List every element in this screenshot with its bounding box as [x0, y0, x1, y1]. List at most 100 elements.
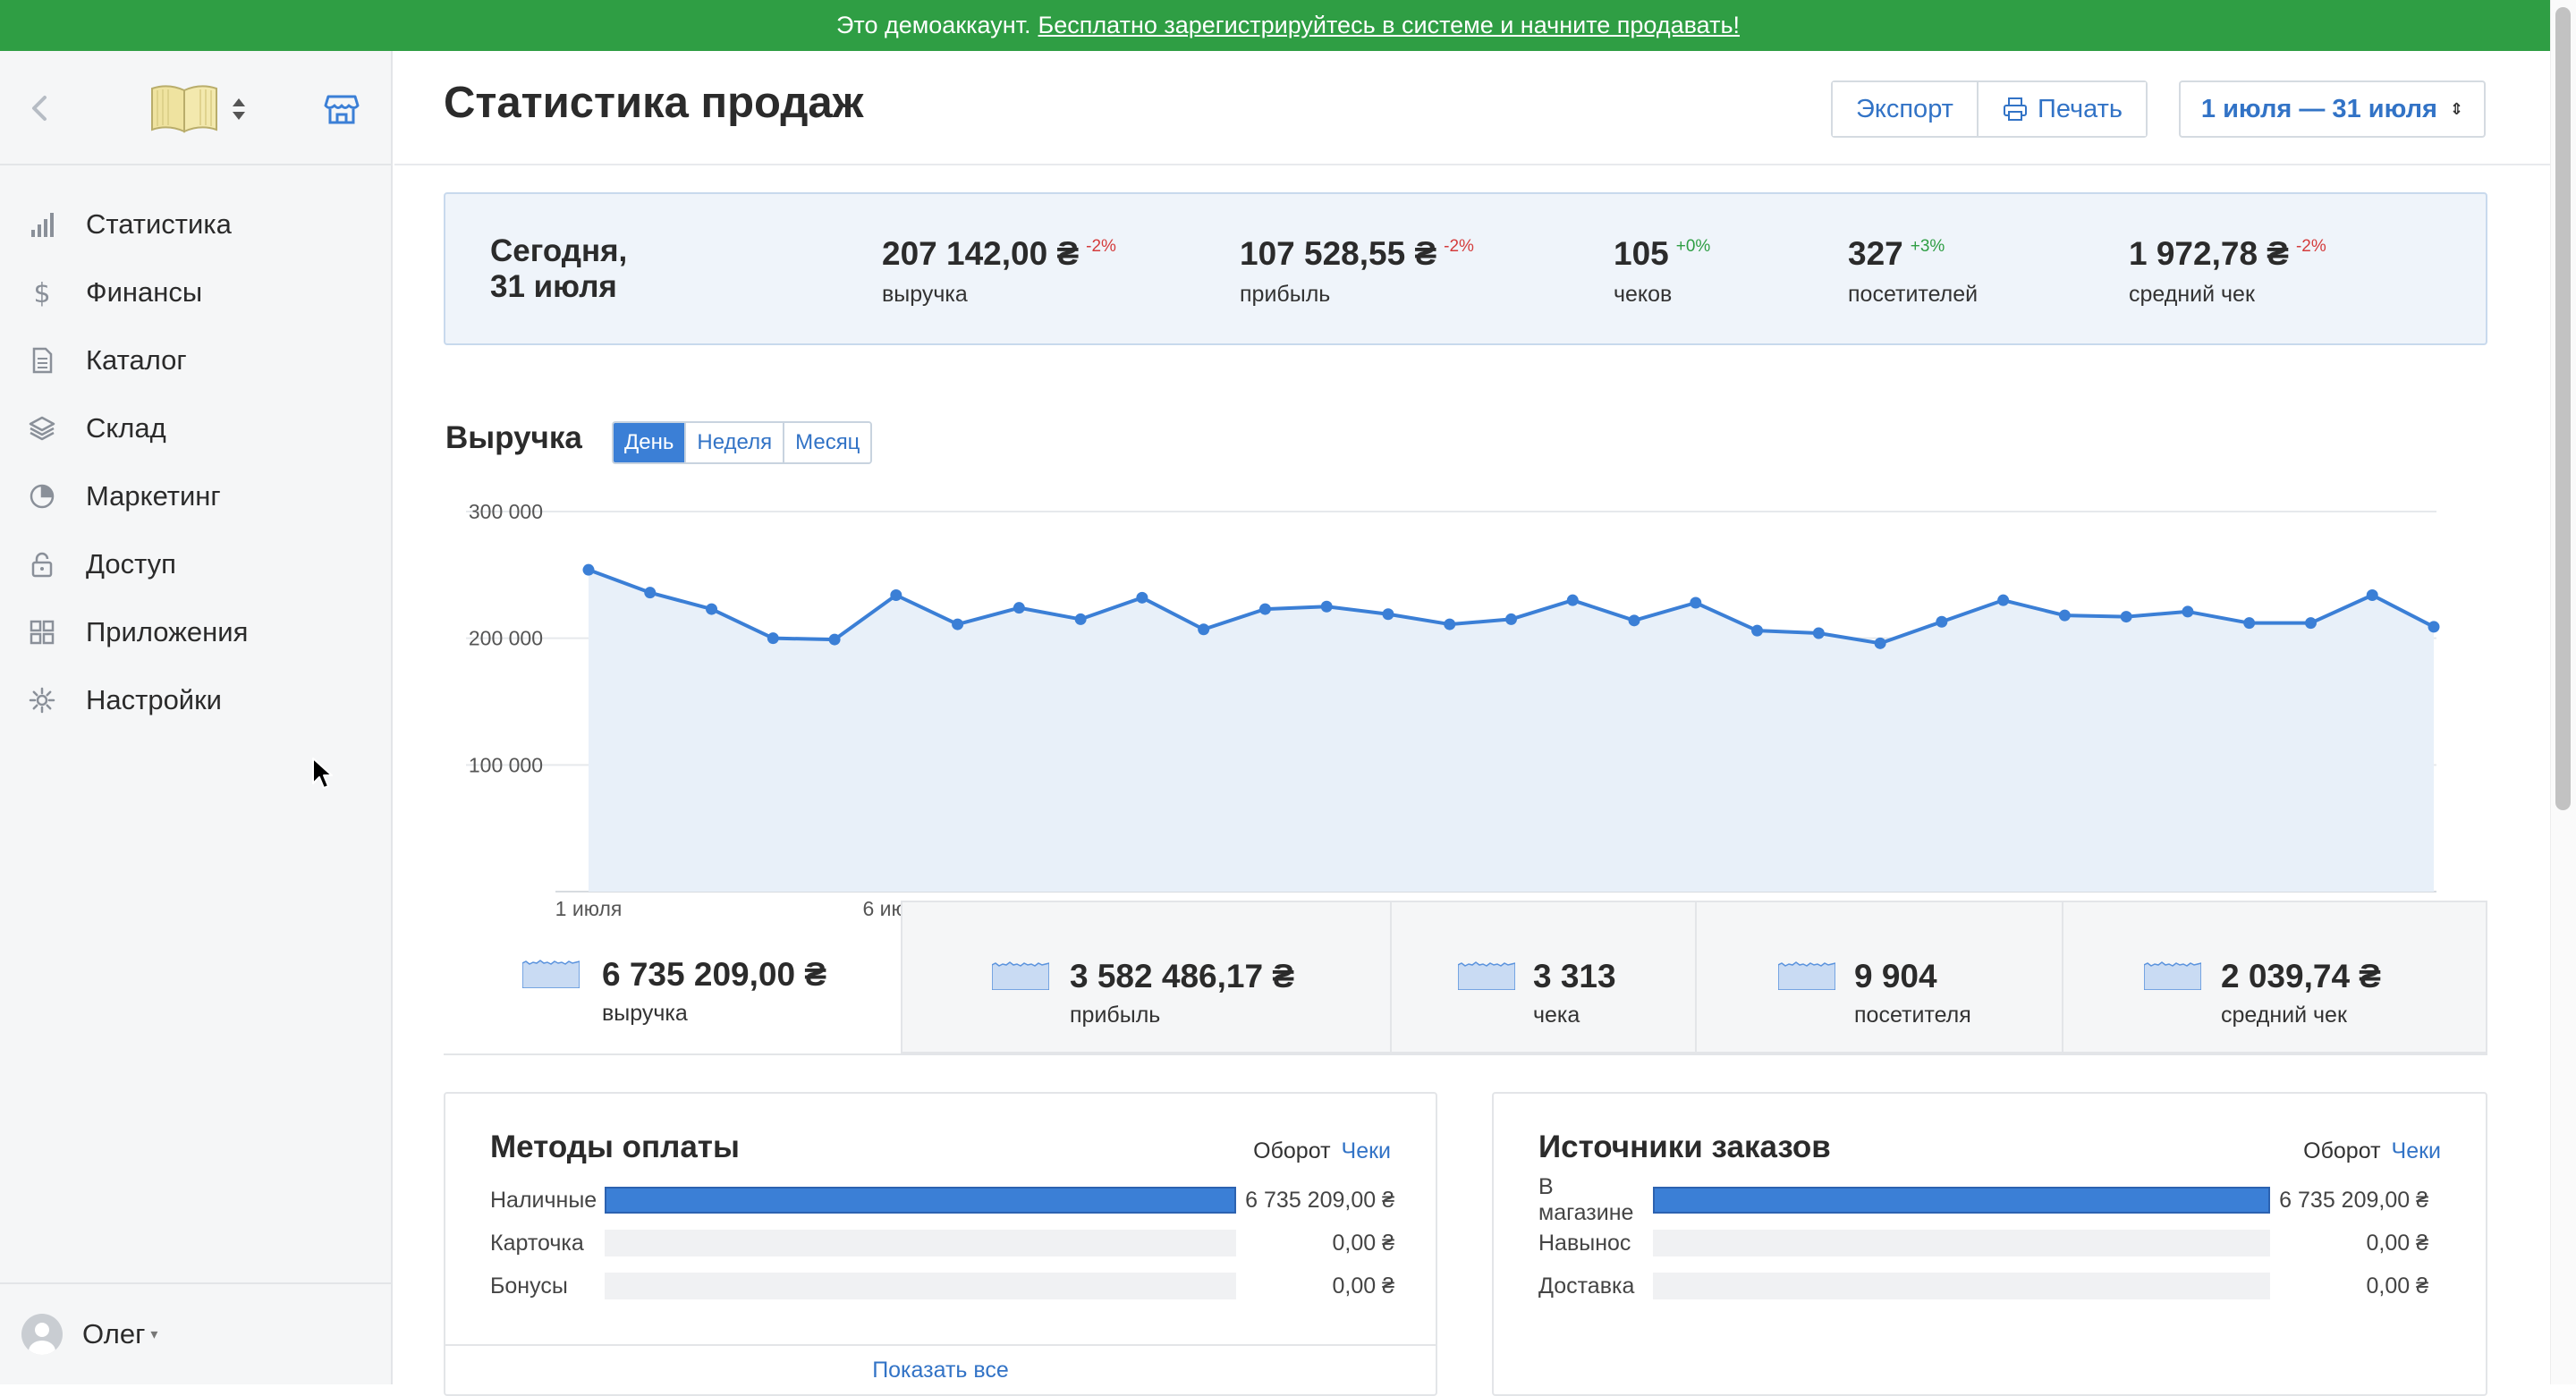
- row-label: Навынос: [1538, 1230, 1631, 1256]
- data-point[interactable]: [2120, 611, 2132, 623]
- data-point[interactable]: [1013, 602, 1025, 614]
- data-point[interactable]: [1198, 623, 1210, 636]
- data-point[interactable]: [1628, 614, 1640, 627]
- row-bar: [1653, 1187, 2270, 1214]
- sidebar-item-finance[interactable]: $ Финансы: [0, 258, 391, 326]
- data-point[interactable]: [1997, 594, 2010, 606]
- data-point[interactable]: [2243, 617, 2256, 630]
- total-checks[interactable]: 3 313 чека: [1390, 901, 1697, 1053]
- sidebar-item-catalog[interactable]: Каталог: [0, 326, 391, 394]
- data-point[interactable]: [706, 603, 718, 615]
- metric-label: чеков: [1614, 282, 1673, 307]
- gear-icon: [27, 685, 57, 715]
- data-point[interactable]: [2428, 621, 2440, 633]
- period-week[interactable]: Неделя: [684, 423, 784, 462]
- banner-text: Это демоаккаунт.: [835, 12, 1031, 38]
- sidebar-item-access[interactable]: Доступ: [0, 530, 391, 598]
- data-point[interactable]: [1136, 591, 1148, 604]
- sort-caret-icon[interactable]: [230, 96, 248, 123]
- sparkline-icon: [2144, 961, 2201, 990]
- list-item: Карточка 0,00 ₴: [490, 1230, 1394, 1256]
- export-button[interactable]: Экспорт: [1833, 82, 1977, 136]
- avatar: [21, 1314, 63, 1355]
- row-bar-fill: [1653, 1187, 2270, 1214]
- data-point[interactable]: [2304, 617, 2317, 630]
- total-avg-check[interactable]: 2 039,74 ₴ средний чек: [2062, 901, 2487, 1053]
- total-revenue[interactable]: 6 735 209,00 ₴ выручка: [444, 901, 901, 1053]
- total-value: 3 313: [1533, 958, 1616, 994]
- data-point[interactable]: [1444, 618, 1456, 630]
- back-arrow-icon[interactable]: [27, 90, 54, 126]
- sidebar-item-warehouse[interactable]: Склад: [0, 394, 391, 462]
- metric-change: +0%: [1675, 237, 1711, 256]
- sidebar-item-label: Настройки: [86, 684, 223, 715]
- total-profit[interactable]: 3 582 486,17 ₴ прибыль: [901, 901, 1392, 1053]
- data-point[interactable]: [1566, 594, 1579, 606]
- today-title-line1: Сегодня,: [490, 233, 628, 268]
- main-content: Статистика продаж Экспорт Печать 1 июля …: [394, 51, 2550, 1396]
- sidebar-item-settings[interactable]: Настройки: [0, 666, 391, 734]
- data-point[interactable]: [1382, 608, 1394, 621]
- metric-label: средний чек: [2129, 282, 2255, 307]
- scrollbar-thumb[interactable]: [2555, 7, 2571, 810]
- total-label: посетителя: [1854, 1003, 1971, 1028]
- data-point[interactable]: [1505, 613, 1517, 625]
- sidebar-item-label: Каталог: [86, 344, 187, 376]
- card-title: Источники заказов: [1538, 1129, 1831, 1164]
- show-all-link[interactable]: Показать все: [445, 1344, 1436, 1394]
- data-point[interactable]: [1074, 613, 1087, 625]
- data-point[interactable]: [890, 589, 902, 601]
- data-point[interactable]: [1258, 603, 1271, 615]
- data-point[interactable]: [2366, 589, 2378, 601]
- date-range-select[interactable]: 1 июля — 31 июля ⇕: [2179, 80, 2486, 138]
- list-item: Навынос 0,00 ₴: [1538, 1230, 2428, 1256]
- sidebar-item-statistics[interactable]: Статистика: [0, 190, 391, 258]
- sidebar-item-marketing[interactable]: Маркетинг: [0, 462, 391, 530]
- date-range-label: 1 июля — 31 июля: [2200, 94, 2437, 123]
- data-point[interactable]: [2058, 609, 2071, 622]
- sparkline-icon: [992, 961, 1049, 990]
- sidebar-item-apps[interactable]: Приложения: [0, 598, 391, 666]
- today-metric-visitors: 327 +3% посетителей: [1848, 235, 1978, 308]
- toggle-turnover[interactable]: Оборот: [2303, 1138, 2380, 1163]
- total-visitors[interactable]: 9 904 посетителя: [1695, 901, 2063, 1053]
- period-month[interactable]: Месяц: [783, 423, 871, 462]
- data-point[interactable]: [1936, 615, 1948, 628]
- toggle-checks[interactable]: Чеки: [2392, 1138, 2441, 1163]
- total-value: 6 735 209,00 ₴: [602, 956, 826, 993]
- data-point[interactable]: [952, 618, 964, 630]
- card-title: Методы оплаты: [490, 1129, 740, 1164]
- data-point[interactable]: [1751, 624, 1764, 637]
- data-point[interactable]: [644, 587, 657, 599]
- revenue-title: Выручка: [445, 420, 582, 455]
- store-icon[interactable]: [324, 93, 360, 125]
- data-point[interactable]: [2182, 605, 2194, 618]
- metric-value: 207 142,00 ₴: [882, 235, 1080, 272]
- print-button[interactable]: Печать: [1976, 82, 2146, 136]
- book-logo-icon[interactable]: [148, 81, 220, 135]
- row-label: Доставка: [1538, 1273, 1635, 1299]
- user-menu[interactable]: Олег ▾: [0, 1282, 391, 1384]
- sidebar-item-label: Склад: [86, 412, 166, 444]
- data-point[interactable]: [582, 563, 595, 576]
- metric-change: -2%: [1444, 237, 1474, 256]
- data-point[interactable]: [1812, 627, 1825, 639]
- data-point[interactable]: [1690, 596, 1702, 609]
- row-bar: [605, 1230, 1236, 1256]
- period-day[interactable]: День: [614, 423, 685, 462]
- data-point[interactable]: [767, 632, 779, 645]
- total-label: прибыль: [1070, 1003, 1161, 1028]
- toggle-checks[interactable]: Чеки: [1342, 1138, 1391, 1163]
- toggle-turnover[interactable]: Оборот: [1253, 1138, 1330, 1163]
- total-label: средний чек: [2221, 1003, 2347, 1028]
- row-bar: [1653, 1230, 2270, 1256]
- total-label: чека: [1533, 1003, 1580, 1028]
- sidebar-nav: Статистика $ Финансы Каталог Склад Марке…: [0, 165, 391, 734]
- data-point[interactable]: [828, 633, 841, 646]
- today-metric-checks: 105 +0% чеков: [1614, 235, 1710, 308]
- metric-value: 327: [1848, 235, 1903, 272]
- data-point[interactable]: [1874, 637, 1886, 649]
- register-link[interactable]: Бесплатно зарегистрируйтесь в системе и …: [1038, 12, 1740, 39]
- data-point[interactable]: [1320, 600, 1333, 613]
- document-icon: [27, 345, 57, 376]
